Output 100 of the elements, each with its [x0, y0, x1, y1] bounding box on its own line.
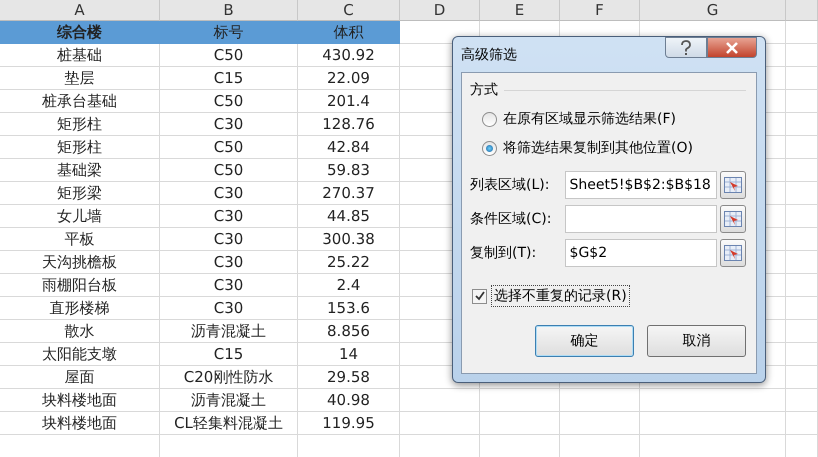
table-cell: 平板: [0, 228, 160, 251]
table-cell: C50: [160, 44, 298, 67]
checkbox-label[interactable]: 选择不重复的记录(R): [491, 285, 630, 307]
table-cell: C30: [160, 182, 298, 205]
table-cell: 块料楼地面: [0, 412, 160, 435]
column-header[interactable]: F: [560, 0, 640, 21]
empty-cell[interactable]: [786, 228, 818, 251]
checkbox[interactable]: [472, 288, 487, 304]
table-cell: 沥青混凝土: [160, 320, 298, 343]
table-cell: 垫层: [0, 67, 160, 90]
table-header-cell: 综合楼: [0, 21, 160, 44]
table-cell: 基础梁: [0, 159, 160, 182]
table-cell: 块料楼地面: [0, 389, 160, 412]
range-select-icon: [724, 245, 742, 261]
empty-cell[interactable]: [786, 205, 818, 228]
table-cell: 屋面: [0, 366, 160, 389]
column-header[interactable]: A: [0, 0, 160, 21]
empty-cell[interactable]: [560, 412, 640, 435]
range-picker-button[interactable]: [720, 171, 746, 199]
table-cell: C20刚性防水: [160, 366, 298, 389]
range-select-icon: [724, 211, 742, 227]
field-label: 列表区域(L):: [470, 176, 550, 194]
radio-label[interactable]: 在原有区域显示筛选结果(F): [503, 110, 676, 128]
empty-cell[interactable]: [480, 389, 560, 412]
column-header[interactable]: G: [640, 0, 786, 21]
table-cell: C15: [160, 67, 298, 90]
ok-button[interactable]: 确定: [535, 325, 634, 357]
table-cell: C30: [160, 205, 298, 228]
column-header[interactable]: E: [480, 0, 560, 21]
table-cell: 153.6: [298, 297, 400, 320]
table-cell: 散水: [0, 320, 160, 343]
empty-cell[interactable]: [786, 113, 818, 136]
empty-cell[interactable]: [560, 389, 640, 412]
table-cell: C15: [160, 343, 298, 366]
table-cell: 128.76: [298, 113, 400, 136]
cancel-button[interactable]: 取消: [647, 325, 746, 357]
empty-cell[interactable]: [786, 343, 818, 366]
empty-cell[interactable]: [786, 297, 818, 320]
dialog-title: 高级筛选: [461, 46, 517, 64]
help-icon: [679, 38, 693, 56]
table-cell: C30: [160, 274, 298, 297]
column-header[interactable]: C: [298, 0, 400, 21]
table-cell: 22.09: [298, 67, 400, 90]
range-select-icon: [724, 177, 742, 193]
close-button[interactable]: [707, 37, 757, 58]
range-field[interactable]: [564, 205, 718, 233]
table-cell: 矩形柱: [0, 136, 160, 159]
empty-cell[interactable]: [786, 366, 818, 389]
empty-cell[interactable]: [640, 412, 786, 435]
empty-cell[interactable]: [640, 389, 786, 412]
help-button[interactable]: [665, 37, 707, 58]
table-cell: 14: [298, 343, 400, 366]
table-cell: 沥青混凝土: [160, 389, 298, 412]
table-cell: 40.98: [298, 389, 400, 412]
table-cell: C30: [160, 251, 298, 274]
range-field[interactable]: $G$2: [564, 239, 718, 267]
empty-cell[interactable]: [786, 67, 818, 90]
empty-cell[interactable]: [786, 21, 818, 44]
radio-label[interactable]: 将筛选结果复制到其他位置(O): [503, 139, 693, 157]
empty-cell[interactable]: [400, 412, 480, 435]
table-cell: 8.856: [298, 320, 400, 343]
empty-cell[interactable]: [786, 412, 818, 435]
table-header-cell: 标号: [160, 21, 298, 44]
group-label: 方式: [470, 81, 498, 99]
empty-cell[interactable]: [786, 251, 818, 274]
radio-button[interactable]: [482, 140, 497, 156]
table-header-cell: 体积: [298, 21, 400, 44]
table-cell: 桩承台基础: [0, 90, 160, 113]
table-cell: C30: [160, 297, 298, 320]
empty-cell[interactable]: [786, 320, 818, 343]
table-cell: 300.38: [298, 228, 400, 251]
table-cell: 25.22: [298, 251, 400, 274]
column-header[interactable]: D: [400, 0, 480, 21]
empty-cell[interactable]: [786, 274, 818, 297]
table-cell: 44.85: [298, 205, 400, 228]
empty-cell[interactable]: [786, 159, 818, 182]
table-cell: 42.84: [298, 136, 400, 159]
empty-cell[interactable]: [786, 182, 818, 205]
table-cell: 雨棚阳台板: [0, 274, 160, 297]
table-cell: C30: [160, 113, 298, 136]
range-picker-button[interactable]: [720, 239, 746, 267]
empty-cell[interactable]: [786, 389, 818, 412]
table-cell: 201.4: [298, 90, 400, 113]
table-cell: 119.95: [298, 412, 400, 435]
table-cell: C50: [160, 136, 298, 159]
column-header[interactable]: [786, 0, 818, 21]
radio-button[interactable]: [482, 112, 497, 126]
table-cell: 直形楼梯: [0, 297, 160, 320]
range-picker-button[interactable]: [720, 205, 746, 233]
close-icon: [725, 42, 739, 54]
table-cell: 天沟挑檐板: [0, 251, 160, 274]
table-cell: 29.58: [298, 366, 400, 389]
column-header[interactable]: B: [160, 0, 298, 21]
empty-cell[interactable]: [400, 389, 480, 412]
empty-cell[interactable]: [786, 90, 818, 113]
empty-cell[interactable]: [480, 412, 560, 435]
empty-cell[interactable]: [786, 44, 818, 67]
table-cell: 矩形梁: [0, 182, 160, 205]
empty-cell[interactable]: [786, 136, 818, 159]
range-field[interactable]: Sheet5!$B$2:$B$18: [564, 171, 718, 199]
